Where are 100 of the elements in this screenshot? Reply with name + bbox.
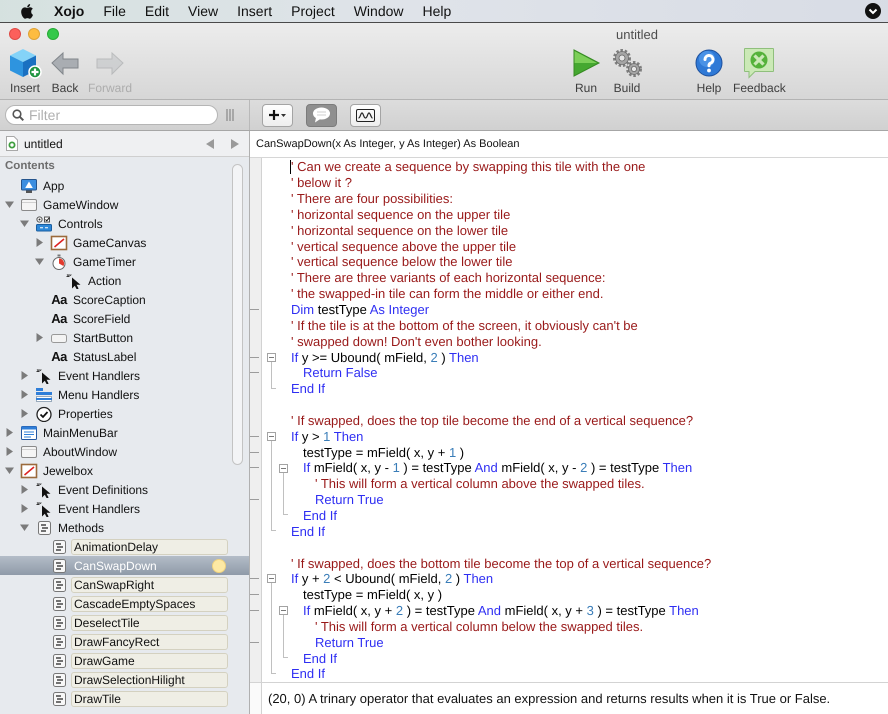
project-file-icon <box>6 136 18 151</box>
code-line: testType = mField( x, y + 1 ) <box>303 444 464 460</box>
gears-icon <box>610 47 644 79</box>
disclosure-triangle-icon[interactable] <box>20 219 29 228</box>
code-line: ' If the tile is at the bottom of the screen, it obviously can't be <box>291 318 638 333</box>
minus-square-icon[interactable] <box>267 352 276 362</box>
canvas-icon <box>20 462 38 478</box>
disclosure-triangle-icon[interactable] <box>20 523 29 532</box>
disclosure-triangle-icon[interactable] <box>20 485 29 494</box>
code-line: ' swapped down! Don't even bother looking. <box>291 334 542 349</box>
feedback-button[interactable]: Feedback <box>733 47 786 95</box>
cursor-click-icon <box>35 500 53 516</box>
tree-item[interactable]: StartButton <box>0 328 249 347</box>
menubar-icon <box>20 424 38 440</box>
search-icon <box>12 109 24 121</box>
tree-item[interactable]: Action <box>0 271 249 290</box>
stopwatch-icon <box>50 254 68 270</box>
code-line: ' There are three variants of each horizontal sequence: <box>291 270 606 286</box>
tree-item[interactable]: Jewelbox <box>0 461 249 480</box>
disclosure-triangle-icon[interactable] <box>35 257 44 266</box>
dropdown-circle-icon[interactable] <box>865 3 881 19</box>
right-triangle-icon[interactable] <box>231 138 239 148</box>
minimize-button[interactable] <box>28 28 40 40</box>
minus-square-icon[interactable] <box>267 574 276 584</box>
tree-item[interactable]: GameTimer <box>0 252 249 271</box>
method-list-icon <box>38 520 50 534</box>
menu-bars-icon <box>35 386 53 402</box>
tree-item[interactable]: Methods <box>0 518 249 537</box>
run-button[interactable]: Run <box>570 47 602 95</box>
code-line: End If <box>303 650 337 666</box>
tree-item[interactable]: GameWindow <box>0 195 249 214</box>
tree-item[interactable]: Aa StatusLabel <box>0 347 249 366</box>
zoom-button[interactable] <box>47 28 59 40</box>
close-button[interactable] <box>9 28 21 40</box>
method-list-icon <box>52 634 66 648</box>
disclosure-triangle-icon[interactable] <box>5 200 14 209</box>
window-title: untitled <box>616 26 658 42</box>
build-button[interactable]: Build <box>610 47 644 95</box>
window-icon <box>20 444 38 460</box>
help-icon <box>693 47 726 79</box>
status-bar: (20, 0) A trinary operator that evaluates an expression and returns results when it is True or False. <box>250 682 888 714</box>
apple-icon[interactable] <box>20 3 34 19</box>
code-line: ' This will form a vertical column below the swapped tiles. <box>315 618 644 634</box>
tree-item[interactable]: Aa ScoreField <box>0 309 249 328</box>
cursor-click-icon <box>65 272 83 288</box>
tree-item[interactable]: Event Handlers <box>0 499 249 518</box>
tree-item[interactable]: AboutWindow <box>0 442 249 461</box>
menu-item[interactable]: Help <box>413 3 461 19</box>
menu-item[interactable]: Project <box>282 3 344 19</box>
insert-button[interactable]: Insert <box>8 47 42 95</box>
help-button[interactable]: Help <box>693 47 726 95</box>
menu-item[interactable]: Edit <box>135 3 179 19</box>
scrollbar[interactable] <box>232 164 243 465</box>
disclosure-triangle-icon[interactable] <box>5 447 14 456</box>
controls-icon <box>35 216 53 232</box>
disclosure-triangle-icon[interactable] <box>5 428 14 437</box>
caret-icon <box>281 114 286 116</box>
comment-button[interactable] <box>306 104 337 126</box>
tree-item[interactable]: Event Definitions <box>0 480 249 499</box>
tree-item[interactable]: GameCanvas <box>0 233 249 252</box>
method-list-icon <box>52 596 66 610</box>
left-triangle-icon[interactable] <box>206 138 214 148</box>
tree-item[interactable]: Event Handlers <box>0 366 249 385</box>
tree-item[interactable]: Aa ScoreCaption <box>0 290 249 309</box>
code-line: If y >= Ubound( mField, 2 ) Then <box>291 350 479 365</box>
menu-item[interactable]: Window <box>344 3 414 19</box>
tree-item[interactable]: Properties <box>0 404 249 423</box>
back-button[interactable]: Back <box>50 47 80 95</box>
code-line: Return False <box>303 365 378 380</box>
disclosure-triangle-icon[interactable] <box>20 504 29 513</box>
project-name: untitled <box>24 136 63 150</box>
minus-square-icon[interactable] <box>279 464 288 473</box>
code-line: testType = mField( x, y ) <box>303 587 442 602</box>
menu-item[interactable]: File <box>94 3 136 19</box>
code-line: ' This will form a vertical column above the swapped tiles. <box>315 476 645 492</box>
menu-item[interactable]: Insert <box>228 3 282 19</box>
search-field[interactable]: Filter <box>5 105 218 125</box>
disclosure-triangle-icon[interactable] <box>20 390 29 399</box>
code-line: Dim testType As Integer <box>291 302 430 318</box>
add-button[interactable] <box>262 104 293 126</box>
minus-square-icon[interactable] <box>279 606 288 616</box>
tree-item[interactable]: Menu Handlers <box>0 385 249 404</box>
tree-item[interactable]: MainMenuBar <box>0 423 249 442</box>
section-heading: Contents <box>4 159 56 174</box>
disclosure-triangle-icon[interactable] <box>35 238 44 247</box>
disclosure-triangle-icon[interactable] <box>5 466 14 475</box>
grip-icon[interactable] <box>226 109 234 121</box>
disclosure-triangle-icon[interactable] <box>20 409 29 418</box>
code-line: End If <box>291 524 325 539</box>
disclosure-triangle-icon[interactable] <box>35 333 44 342</box>
code-line: ' There are four possibilities: <box>291 191 453 206</box>
minus-square-icon[interactable] <box>267 432 276 441</box>
tree-item[interactable]: App <box>0 176 249 195</box>
app-menu[interactable]: Xojo <box>54 3 94 19</box>
tree-item[interactable]: Controls <box>0 214 249 233</box>
disclosure-triangle-icon[interactable] <box>20 371 29 380</box>
code-line: Return True <box>315 492 384 508</box>
code-line: ' If swapped, does the bottom tile become the top of a vertical sequence? <box>291 556 712 571</box>
waveform-button[interactable] <box>350 104 381 126</box>
menu-item[interactable]: View <box>178 3 228 19</box>
